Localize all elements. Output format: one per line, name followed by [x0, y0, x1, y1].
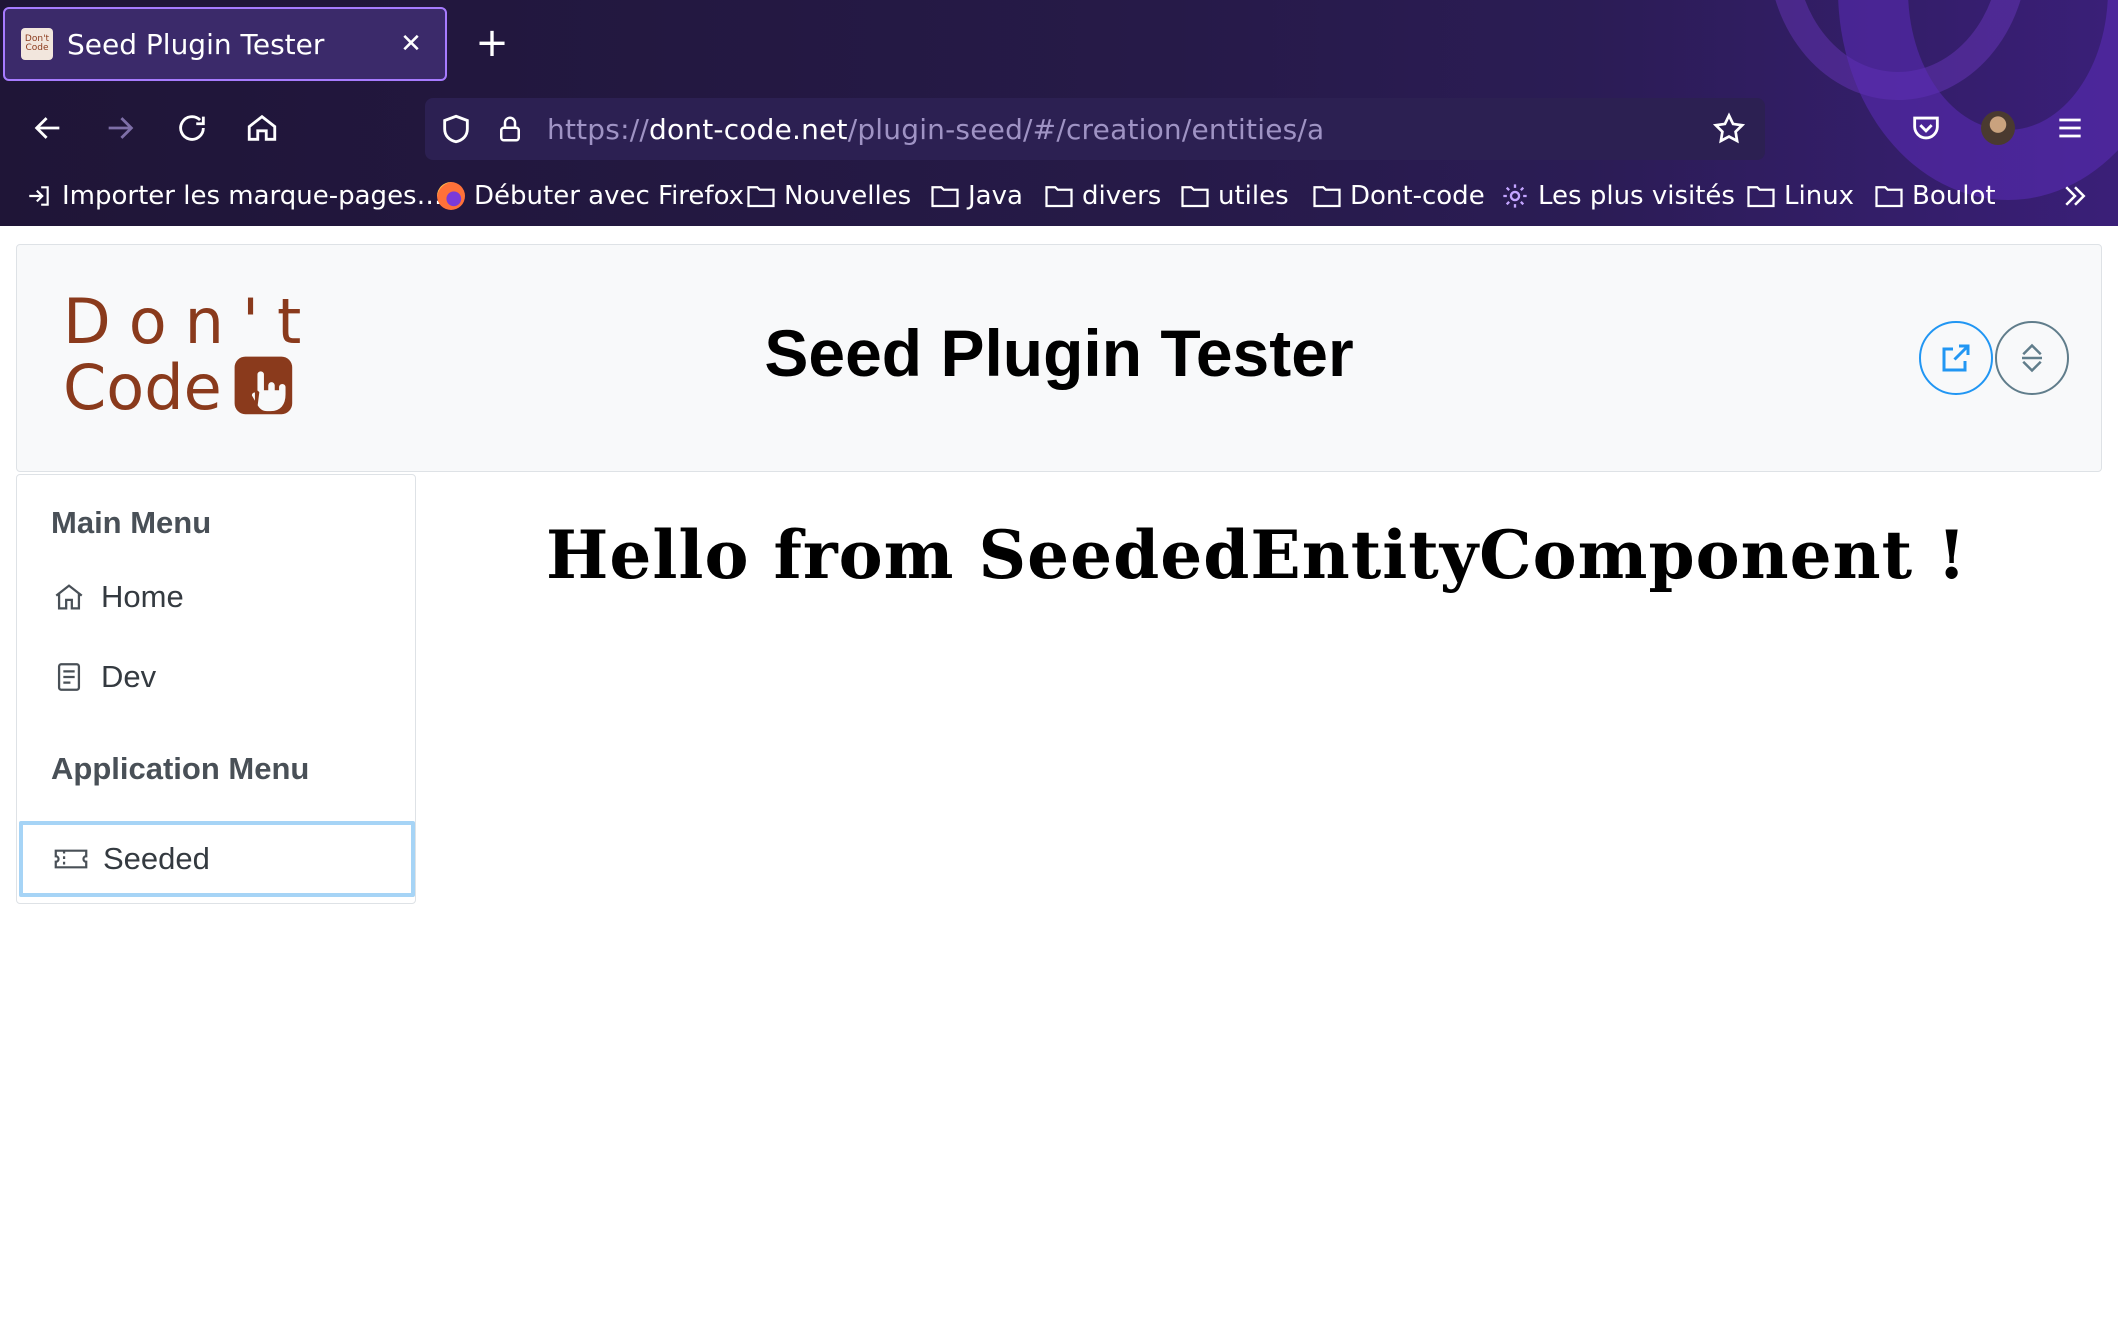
- browser-chrome: Don't Code Seed Plugin Tester ✕ + https:…: [0, 0, 2118, 226]
- external-link-icon: [1942, 344, 1970, 372]
- new-tab-button[interactable]: +: [470, 18, 514, 68]
- star-icon[interactable]: [1711, 111, 1747, 147]
- reload-icon: [179, 115, 205, 141]
- bookmark-label: Les plus visités: [1538, 181, 1735, 211]
- app-header: Don't Code Seed Plugin Tester: [16, 244, 2102, 472]
- bookmark-label: utiles: [1218, 181, 1289, 211]
- bookmark-folder-linux[interactable]: Linux: [1746, 178, 1854, 214]
- gear-icon: [1500, 183, 1530, 209]
- side-menu: Main Menu Home Dev Application Menu Seed…: [16, 474, 416, 904]
- bookmark-label: Nouvelles: [784, 181, 912, 211]
- menu-item-label: Home: [101, 579, 184, 614]
- hello-message: Hello from SeededEntityComponent !: [546, 516, 1968, 594]
- reload-button[interactable]: [166, 102, 218, 154]
- menu-item-home[interactable]: Home: [17, 559, 415, 635]
- nav-bar: https://dont-code.net/plugin-seed/#/crea…: [0, 88, 2118, 168]
- bookmarks-toolbar: Importer les marque-pages… Débuter avec …: [0, 170, 2118, 222]
- main-menu-header: Main Menu: [51, 505, 212, 540]
- account-button[interactable]: [1972, 102, 2024, 154]
- app-title: Seed Plugin Tester: [764, 316, 1354, 390]
- close-icon[interactable]: ✕: [391, 29, 431, 59]
- folder-icon: [746, 183, 776, 209]
- sort-arrows-icon: [2022, 343, 2042, 373]
- bookmark-label: divers: [1082, 181, 1162, 211]
- favicon: Don't Code: [21, 28, 53, 60]
- bookmark-most-visited[interactable]: Les plus visités: [1500, 178, 1735, 214]
- bookmarks-overflow-button[interactable]: [2060, 178, 2090, 214]
- home-icon: [247, 114, 277, 141]
- folder-icon: [1312, 183, 1342, 209]
- hamburger-menu-icon: [2059, 118, 2081, 138]
- application-menu-header: Application Menu: [51, 751, 310, 786]
- folder-icon: [1746, 183, 1776, 209]
- pocket-icon: [1913, 116, 1939, 140]
- bookmark-folder-divers[interactable]: divers: [1044, 178, 1161, 214]
- bookmark-folder-dont-code[interactable]: Dont-code: [1312, 178, 1485, 214]
- folder-icon: [930, 183, 960, 209]
- bookmark-label: Java: [968, 181, 1023, 211]
- url-path: /plugin-seed/#/creation/entities/a: [847, 112, 1325, 146]
- menu-item-seeded[interactable]: Seeded: [19, 821, 415, 897]
- arrow-right-icon: [108, 117, 134, 139]
- expand-collapse-button[interactable]: [1995, 321, 2069, 395]
- url-host: dont-code.net: [648, 112, 848, 146]
- firefox-icon: [436, 182, 466, 210]
- arrow-left-icon: [34, 117, 60, 139]
- bookmark-label: Débuter avec Firefox: [474, 181, 745, 211]
- back-button[interactable]: [22, 102, 74, 154]
- bookmark-folder-nouvelles[interactable]: Nouvelles: [746, 178, 911, 214]
- menu-item-dev[interactable]: Dev: [17, 639, 415, 715]
- bookmark-label: Boulot: [1912, 181, 1996, 211]
- share-button[interactable]: [1919, 321, 1993, 395]
- bookmark-folder-utiles[interactable]: utiles: [1180, 178, 1289, 214]
- url-bar[interactable]: https://dont-code.net/plugin-seed/#/crea…: [425, 98, 1765, 160]
- home-button[interactable]: [236, 102, 288, 154]
- bookmark-import[interactable]: Importer les marque-pages…: [24, 178, 443, 214]
- bookmark-label: Importer les marque-pages…: [62, 181, 443, 211]
- folder-icon: [1874, 183, 1904, 209]
- lock-icon[interactable]: [495, 112, 525, 146]
- bookmark-label: Linux: [1784, 181, 1855, 211]
- bookmark-firefox[interactable]: Débuter avec Firefox: [436, 178, 744, 214]
- ticket-icon: [51, 839, 91, 879]
- tab-bar: Don't Code Seed Plugin Tester ✕ +: [0, 0, 2118, 88]
- url-scheme: https://: [547, 112, 649, 146]
- avatar: [1981, 111, 2015, 145]
- bookmark-label: Dont-code: [1350, 181, 1485, 211]
- import-icon: [24, 183, 54, 209]
- chevron-double-right-icon: [2065, 186, 2086, 206]
- folder-icon: [1044, 183, 1074, 209]
- shield-icon[interactable]: [439, 112, 473, 146]
- pocket-button[interactable]: [1900, 102, 1952, 154]
- folder-icon: [1180, 183, 1210, 209]
- bookmark-folder-java[interactable]: Java: [930, 178, 1023, 214]
- browser-tab[interactable]: Don't Code Seed Plugin Tester ✕: [3, 7, 447, 81]
- forward-button[interactable]: [94, 102, 146, 154]
- plus-icon: +: [475, 20, 509, 66]
- app-menu-button[interactable]: [2044, 102, 2096, 154]
- bookmark-folder-boulot[interactable]: Boulot: [1874, 178, 1996, 214]
- home-icon: [49, 577, 89, 617]
- book-icon: [49, 657, 89, 697]
- url-text[interactable]: https://dont-code.net/plugin-seed/#/crea…: [547, 113, 1324, 146]
- tab-title: Seed Plugin Tester: [67, 27, 325, 61]
- page-content: Don't Code Seed Plugin Tester Main Menu …: [0, 226, 2118, 1330]
- menu-item-label: Dev: [101, 659, 157, 694]
- menu-item-label: Seeded: [103, 841, 210, 876]
